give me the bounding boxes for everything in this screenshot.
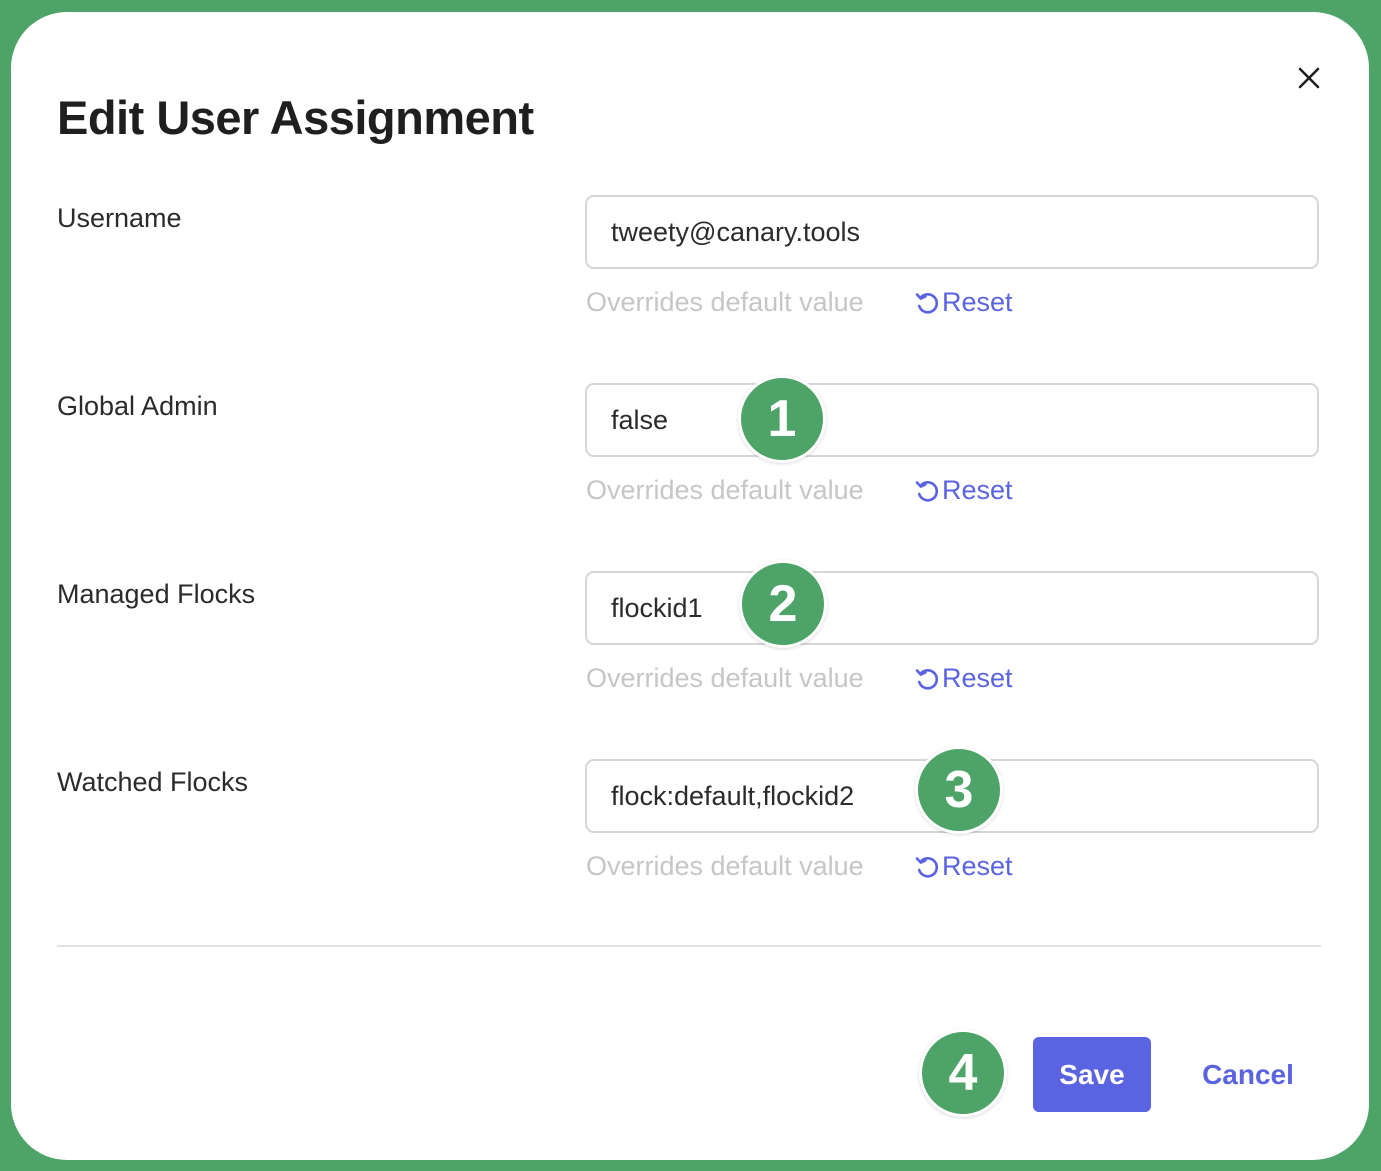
reset-label: Reset: [942, 663, 1013, 693]
global-admin-label: Global Admin: [57, 391, 218, 421]
managed-flocks-reset-link[interactable]: Reset: [913, 663, 1013, 694]
cancel-button[interactable]: Cancel: [1187, 1037, 1309, 1112]
reset-label: Reset: [942, 475, 1013, 505]
step-badge-3: 3: [915, 746, 1003, 834]
step-badge-4: 4: [919, 1029, 1007, 1117]
reset-label: Reset: [942, 287, 1013, 317]
username-input[interactable]: [585, 195, 1319, 269]
dialog-title: Edit User Assignment: [57, 91, 534, 144]
global-admin-override-hint: Overrides default value: [586, 475, 864, 505]
global-admin-input[interactable]: [585, 383, 1319, 457]
managed-flocks-override-hint: Overrides default value: [586, 663, 864, 693]
edit-user-assignment-dialog: Edit User Assignment Username Overrides …: [11, 12, 1369, 1160]
step-badge-2: 2: [739, 560, 827, 648]
username-reset-link[interactable]: Reset: [913, 287, 1013, 318]
watched-flocks-reset-link[interactable]: Reset: [913, 851, 1013, 882]
step-badge-1: 1: [738, 375, 826, 463]
close-icon: [1298, 67, 1320, 89]
global-admin-reset-link[interactable]: Reset: [913, 475, 1013, 506]
reset-icon: [915, 856, 939, 878]
username-label: Username: [57, 203, 182, 233]
reset-icon: [915, 480, 939, 502]
close-button[interactable]: [1291, 60, 1327, 96]
watched-flocks-label: Watched Flocks: [57, 767, 249, 797]
footer-divider: [57, 945, 1321, 947]
managed-flocks-input[interactable]: [585, 571, 1319, 645]
reset-icon: [915, 668, 939, 690]
username-override-hint: Overrides default value: [586, 287, 864, 317]
save-button[interactable]: Save: [1033, 1037, 1151, 1112]
reset-label: Reset: [942, 851, 1013, 881]
watched-flocks-override-hint: Overrides default value: [586, 851, 864, 881]
reset-icon: [915, 292, 939, 314]
managed-flocks-label: Managed Flocks: [57, 579, 256, 609]
